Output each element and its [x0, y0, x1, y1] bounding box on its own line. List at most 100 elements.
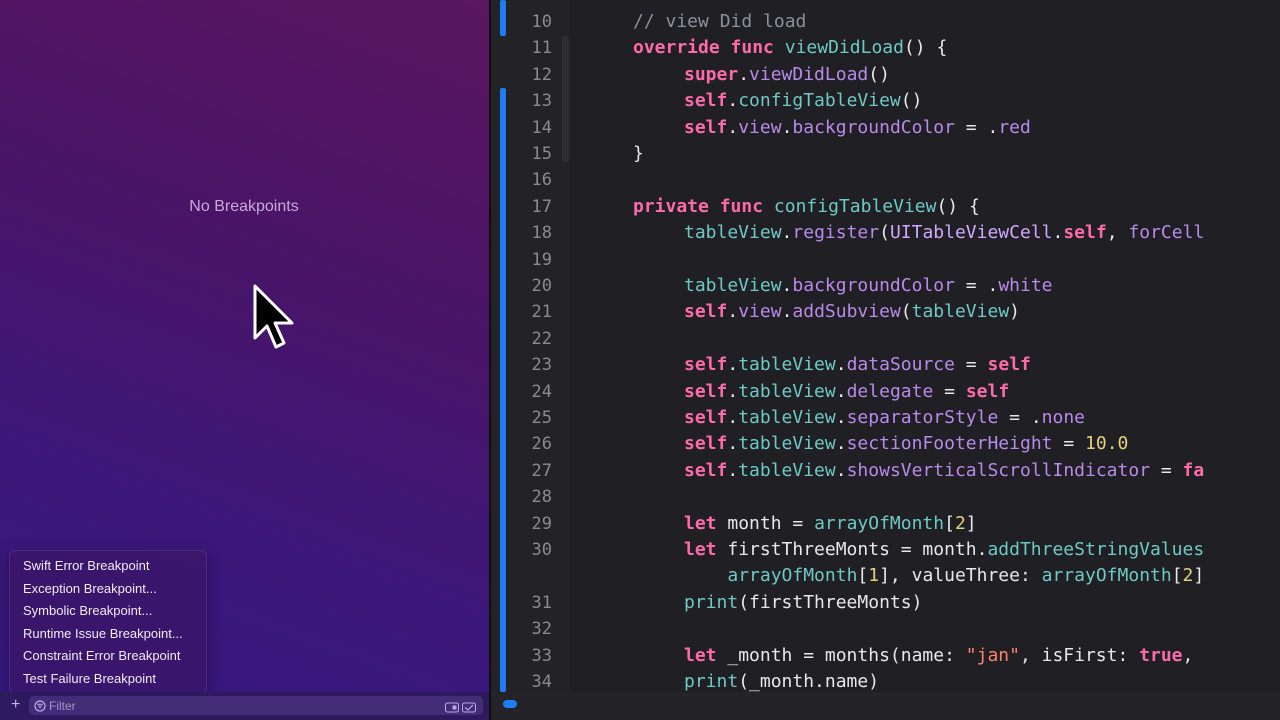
code-line[interactable]: 15}	[491, 141, 1280, 167]
code-text: print(firstThreeMonts)	[684, 590, 922, 616]
code-line[interactable]: 30 let firstThreeMonts = month.addThreeSt…	[491, 537, 1280, 563]
code-token: .	[781, 222, 793, 244]
code-token: delegate	[846, 380, 934, 402]
code-token: showsVerticalScrollIndicator	[846, 459, 1151, 481]
code-token: self	[684, 433, 728, 455]
add-breakpoint-button[interactable]: +	[11, 695, 20, 715]
code-text: self.tableView.showsVerticalScrollIndica…	[684, 458, 1204, 484]
code-line[interactable]: 16	[491, 167, 1280, 193]
code-token: self	[684, 380, 728, 402]
code-token: tableView	[911, 301, 1010, 323]
code-line[interactable]: 31 print(firstThreeMonts)	[491, 590, 1280, 616]
code-line[interactable]: 13 self.configTableView()	[491, 88, 1280, 114]
code-token: [	[857, 565, 869, 587]
code-line[interactable]: 17 private func configTableView() {	[491, 194, 1280, 220]
code-line[interactable]: 20 tableView.backgroundColor = .white	[491, 273, 1280, 299]
code-token: func	[730, 37, 774, 59]
code-token: let	[684, 644, 717, 666]
code-token: view	[738, 301, 782, 323]
code-token: dataSource	[846, 354, 955, 376]
code-token: .	[835, 354, 847, 376]
code-token: "jan"	[965, 644, 1020, 666]
line-number: 25	[531, 408, 552, 428]
code-token: let	[684, 512, 717, 534]
code-line[interactable]: 32	[491, 616, 1280, 642]
code-token: none	[1041, 407, 1086, 428]
code-token: fa	[1182, 459, 1205, 481]
code-token: self	[965, 380, 1010, 402]
menu-item-test-failure-breakpoint[interactable]: Test Failure Breakpoint	[23, 671, 156, 686]
code-token: 2	[954, 512, 966, 534]
code-token: _month = months(name:	[716, 644, 966, 666]
code-token: , isFirst:	[1019, 644, 1140, 666]
filter-icon	[34, 699, 46, 717]
menu-item-constraint-error-breakpoint[interactable]: Constraint Error Breakpoint	[23, 648, 181, 663]
code-token: firstThreeMonts = month.	[716, 539, 988, 560]
line-number: 32	[531, 619, 552, 640]
line-number: 23	[531, 355, 552, 376]
code-line[interactable]: 10 // view Did load	[491, 9, 1280, 35]
filter-input[interactable]	[49, 697, 429, 714]
code-line[interactable]: 29 let month = arrayOfMonth[2]	[491, 511, 1280, 537]
line-number: 17	[531, 196, 552, 217]
menu-item-swift-error-breakpoint[interactable]: Swift Error Breakpoint	[23, 558, 149, 573]
code-line[interactable]: arrayOfMonth[1], valueThree: arrayOfMont…	[491, 563, 1280, 589]
code-line[interactable]: 21 self.view.addSubview(tableView)	[491, 299, 1280, 325]
code-token: ,	[1106, 222, 1129, 244]
code-token: ()	[868, 63, 890, 85]
menu-item-symbolic-breakpoint[interactable]: Symbolic Breakpoint...	[23, 603, 152, 618]
code-line[interactable]: 34 print(_month.name)	[491, 669, 1280, 692]
line-number: 29	[531, 513, 552, 534]
code-text: self.configTableView()	[684, 88, 922, 114]
code-line[interactable]: 22	[491, 326, 1280, 352]
code-line[interactable]: 25 self.tableView.separatorStyle = .none	[491, 405, 1280, 431]
line-number: 34	[531, 672, 552, 692]
code-token: red	[998, 116, 1031, 138]
filter-options-icon[interactable]	[445, 700, 477, 718]
code-text: self.tableView.sectionFooterHeight = 10.…	[684, 431, 1128, 457]
code-token: configTableView	[738, 90, 901, 112]
code-token: backgroundColor	[792, 275, 955, 296]
menu-item-exception-breakpoint[interactable]: Exception Breakpoint...	[23, 581, 157, 596]
source-editor[interactable]: 10 // view Did load 11 override func viewDi…	[491, 0, 1280, 692]
code-text: self.tableView.delegate = self	[684, 379, 1009, 405]
code-token: self	[987, 354, 1031, 376]
line-number: 30	[531, 540, 552, 560]
code-token: 10.0	[1085, 433, 1129, 455]
code-line[interactable]: 27 self.tableView.showsVerticalScrollIndi…	[491, 458, 1280, 484]
code-line[interactable]: 18 tableView.register(UITableViewCell.sel…	[491, 220, 1280, 246]
add-breakpoint-menu: Swift Error Breakpoint Exception Breakpo…	[9, 550, 207, 694]
code-token: white	[998, 275, 1053, 296]
code-line[interactable]: 28	[491, 484, 1280, 510]
breakpoint-navigator: No Breakpoints Swift Error Breakpoint Ex…	[0, 0, 490, 720]
code-text: // view Did load	[633, 9, 806, 35]
code-line[interactable]: 19	[491, 247, 1280, 273]
code-line[interactable]: 12 super.viewDidLoad()	[491, 62, 1280, 88]
code-token: (	[879, 222, 890, 244]
code-token: self	[684, 90, 728, 112]
code-text: let month = arrayOfMonth[2]	[684, 511, 977, 537]
code-line[interactable]: 26 self.tableView.sectionFooterHeight = 1…	[491, 431, 1280, 457]
code-token: true	[1139, 644, 1183, 666]
code-line[interactable]: 11 override func viewDidLoad() {	[491, 35, 1280, 61]
code-token: tableView	[684, 222, 782, 244]
code-token: ], valueThree:	[879, 565, 1042, 587]
code-token: = .	[954, 116, 999, 138]
line-number: 20	[531, 276, 552, 296]
editor-status-bar	[491, 692, 1280, 720]
code-token: self	[684, 459, 728, 481]
line-number: 19	[531, 249, 552, 270]
code-line[interactable]: 23 self.tableView.dataSource = self	[491, 352, 1280, 378]
code-line[interactable]: 24 self.tableView.delegate = self	[491, 379, 1280, 405]
code-token: backgroundColor	[792, 116, 955, 138]
mouse-pointer-icon	[252, 284, 296, 357]
code-token: addSubview	[792, 301, 901, 323]
code-token: [	[1171, 565, 1183, 587]
code-line[interactable]: 33 let _month = months(name: "jan", isFir…	[491, 643, 1280, 669]
navigator-filter-bar: +	[0, 692, 490, 720]
code-line[interactable]: 14 self.view.backgroundColor = .red	[491, 115, 1280, 141]
code-token: =	[954, 354, 988, 376]
menu-item-runtime-issue-breakpoint[interactable]: Runtime Issue Breakpoint...	[23, 626, 183, 641]
